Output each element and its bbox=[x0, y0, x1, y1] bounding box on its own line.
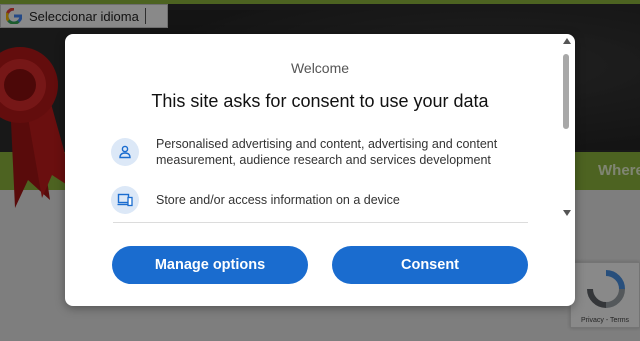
consent-dialog: Welcome This site asks for consent to us… bbox=[65, 34, 575, 306]
scroll-down-arrow-icon[interactable] bbox=[563, 210, 571, 216]
purpose-item: Store and/or access information on a dev… bbox=[111, 186, 531, 214]
scroll-up-arrow-icon[interactable] bbox=[563, 38, 571, 44]
devices-icon bbox=[111, 186, 139, 214]
scrollbar-thumb[interactable] bbox=[563, 54, 569, 129]
purpose-text: Personalised advertising and content, ad… bbox=[156, 137, 498, 167]
person-icon bbox=[111, 138, 139, 166]
dialog-scrollbar[interactable] bbox=[561, 36, 573, 222]
dialog-welcome: Welcome bbox=[290, 60, 350, 76]
dialog-divider bbox=[113, 222, 528, 223]
consent-button[interactable]: Consent bbox=[332, 246, 528, 284]
purpose-item: Personalised advertising and content, ad… bbox=[111, 136, 531, 168]
purpose-text: Store and/or access information on a dev… bbox=[156, 193, 400, 207]
manage-options-button[interactable]: Manage options bbox=[112, 246, 308, 284]
dialog-title: This site asks for consent to use your d… bbox=[151, 91, 489, 111]
